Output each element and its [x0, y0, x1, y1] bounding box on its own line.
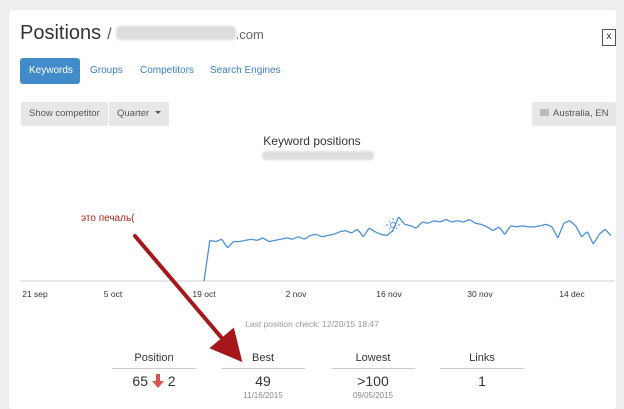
series-segment [486, 226, 494, 232]
series-segment [469, 218, 476, 224]
series-segment [221, 238, 229, 249]
series-segment [433, 220, 441, 223]
x-tick-label: 16 nov [376, 289, 402, 299]
stat-lowest-value: >100 [357, 373, 389, 389]
annotation-arrow [133, 234, 243, 363]
stat-links-value[interactable]: 1 [440, 372, 524, 390]
stat-lowest: Lowest >100 09/05/2015 [331, 350, 415, 400]
series-segment [203, 240, 211, 282]
series-segment [351, 228, 358, 234]
series-segment [303, 234, 311, 240]
chart-series [203, 216, 612, 282]
stat-best: Best 49 11/16/2015 [221, 350, 305, 400]
series-segment [227, 241, 234, 249]
series-segment [415, 221, 423, 229]
series-segment [445, 218, 452, 223]
series-segment [522, 225, 529, 228]
keyword-positions-chart: 21 sep 5 oct 19 oct 2 nov 16 nov 30 nov 14 dec [20, 216, 615, 363]
series-segment [545, 223, 553, 228]
position-number: 65 [132, 373, 148, 389]
series-segment [368, 227, 376, 233]
series-segment [362, 227, 370, 238]
x-tick-label: 5 oct [104, 289, 123, 299]
stat-position: Position 65 2 [112, 350, 196, 390]
series-segment [262, 237, 270, 243]
x-tick-label: 19 oct [192, 289, 216, 299]
x-tick-label: 2 nov [286, 289, 308, 299]
series-segment [239, 239, 246, 243]
series-segment [551, 226, 559, 239]
series-segment [540, 223, 547, 227]
series-segment [598, 228, 606, 235]
series-segment [356, 228, 364, 238]
series-segment [280, 237, 287, 240]
series-segment [386, 230, 394, 237]
annotation-text: это печаль( [81, 213, 135, 224]
series-segment [463, 218, 470, 223]
series-segment [516, 225, 523, 228]
series-segment [422, 221, 429, 224]
series-segment [404, 223, 411, 227]
series-segment [457, 220, 464, 223]
series-segment [563, 220, 570, 224]
series-segment [209, 239, 216, 243]
stat-best-date: 11/16/2015 [243, 391, 283, 400]
series-segment [586, 231, 594, 245]
series-segment [374, 231, 382, 235]
series-segment [510, 225, 517, 228]
x-tick-label: 30 nov [467, 289, 493, 299]
x-tick-label: 21 sep [22, 289, 48, 299]
series-segment [427, 220, 435, 224]
series-segment [410, 225, 417, 229]
series-segment [268, 239, 275, 243]
stat-best-value: 49 [255, 373, 271, 389]
series-segment [315, 233, 323, 238]
series-segment [592, 233, 600, 245]
x-tick-label: 14 dec [559, 289, 585, 299]
series-segment [310, 233, 317, 237]
series-segment [534, 225, 541, 228]
series-segment [215, 238, 222, 243]
stat-links: Links 1 [440, 350, 524, 390]
stat-position-label: Position [112, 350, 196, 369]
series-segment [575, 225, 583, 238]
series-segment [251, 238, 258, 242]
series-segment [498, 226, 506, 235]
series-segment [380, 233, 388, 237]
series-segment [245, 238, 252, 242]
series-segment [345, 229, 352, 234]
series-segment [256, 237, 264, 241]
series-segment [504, 225, 512, 235]
series-segment [286, 237, 293, 240]
series-segment [439, 218, 447, 223]
stat-lowest-label: Lowest [331, 350, 415, 369]
series-segment [492, 226, 500, 232]
stat-position-value: 65 2 [112, 372, 196, 390]
series-segment [321, 234, 329, 238]
series-segment [451, 220, 458, 223]
series-segment [298, 236, 305, 240]
series-segment [398, 216, 406, 225]
series-segment [327, 233, 334, 237]
arrow-down-icon [151, 374, 164, 388]
series-segment [333, 231, 340, 235]
series-segment [339, 229, 346, 233]
series-segment [557, 222, 565, 239]
series-segment [475, 222, 482, 226]
position-change: 2 [167, 373, 176, 389]
stat-lowest-date: 09/05/2015 [352, 391, 394, 400]
series-segment [581, 231, 588, 238]
series-segment [392, 216, 400, 231]
series-segment [604, 228, 612, 236]
stat-links-label: Links [440, 350, 524, 369]
series-segment [569, 220, 577, 227]
series-segment [292, 236, 299, 240]
last-position-check: Last position check: 12/20/15 18:47 [245, 319, 379, 329]
stat-best-label: Best [221, 350, 305, 369]
x-tick-labels: 21 sep 5 oct 19 oct 2 nov 16 nov 30 nov 14 dec [22, 289, 585, 299]
series-segment [480, 223, 488, 228]
series-segment [274, 238, 281, 242]
